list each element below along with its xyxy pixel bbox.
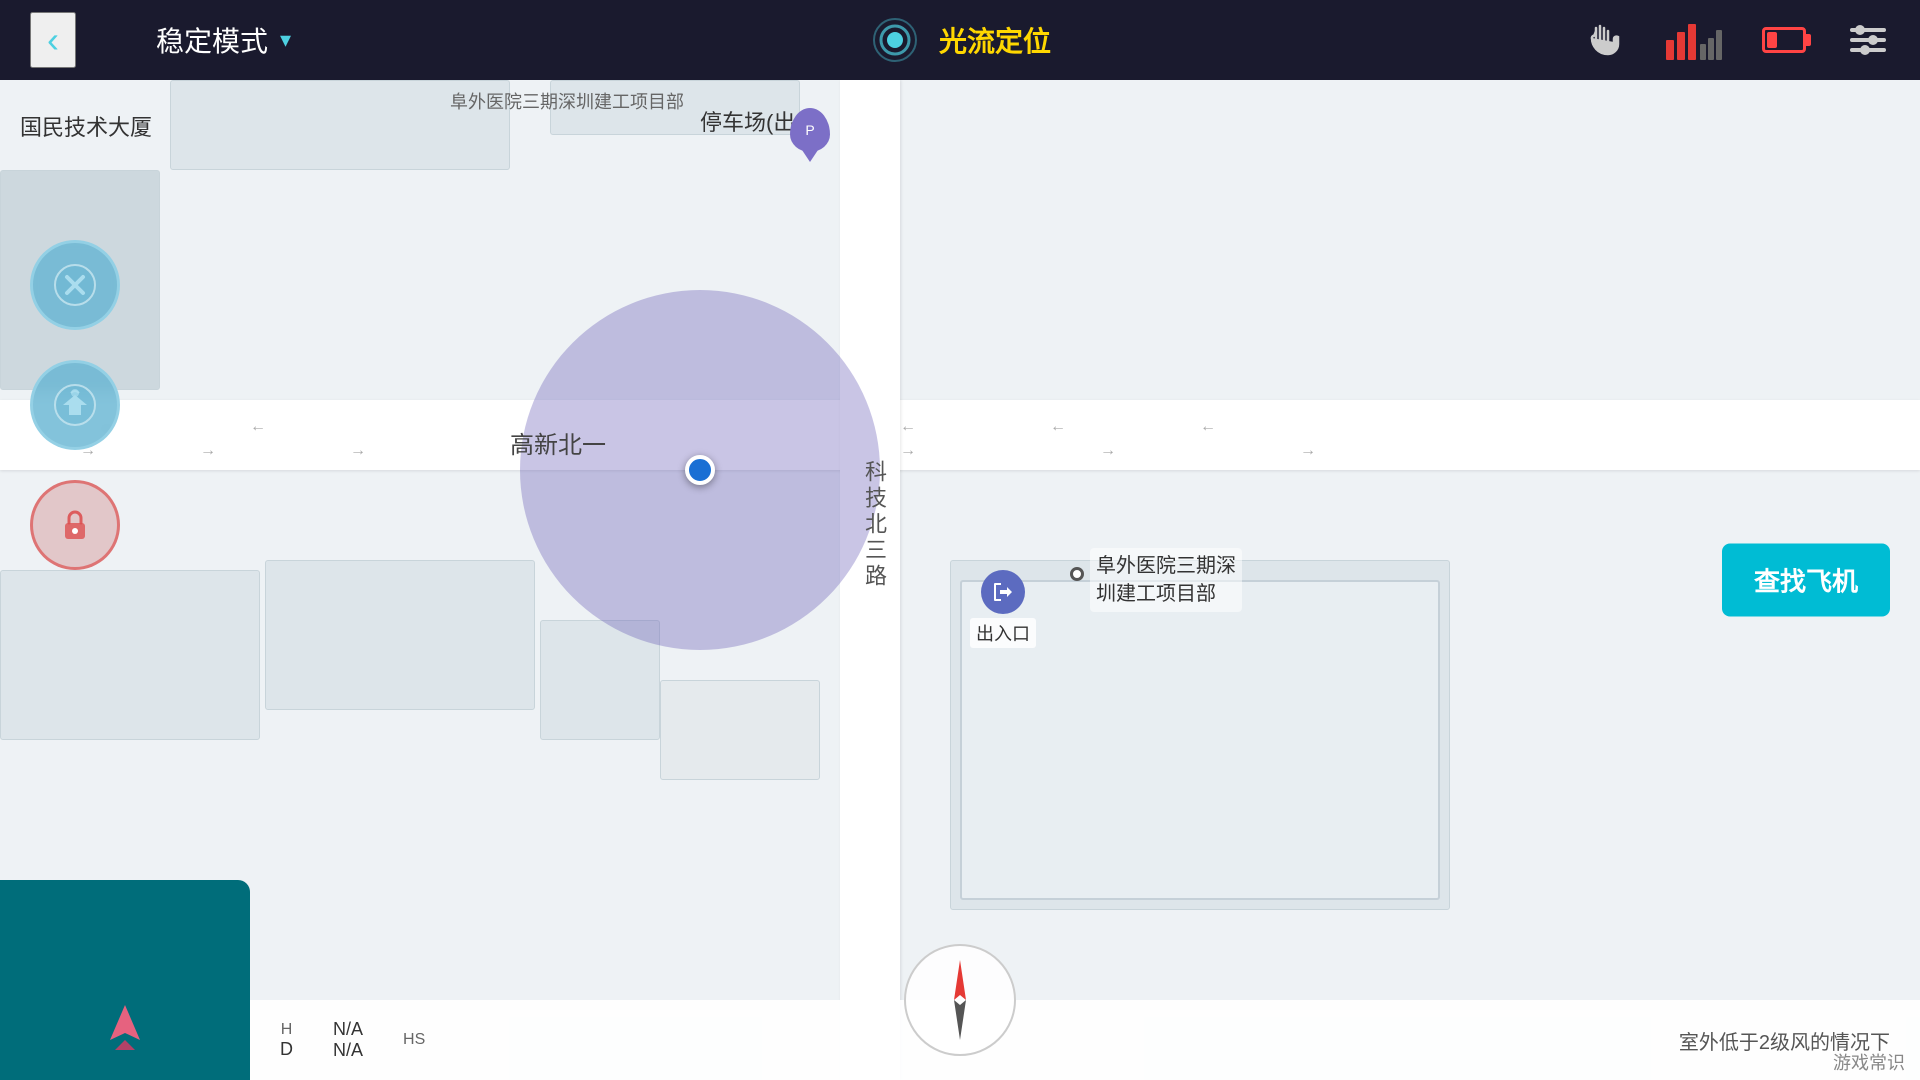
poi-entrance-label: 出入口 xyxy=(970,618,1036,648)
current-location-dot xyxy=(685,455,715,485)
map-label-road-keji: 科技北三路 xyxy=(858,460,890,590)
game-guide-link[interactable]: 游戏常识 xyxy=(1833,1049,1905,1075)
positioning-label: 光流定位 xyxy=(939,20,1051,60)
compass xyxy=(900,940,1020,1060)
camera-panel xyxy=(0,880,250,1080)
find-aircraft-button[interactable]: 查找飞机 xyxy=(1722,544,1890,617)
gps-icon xyxy=(869,14,921,66)
header-bar: ‹ 稳定模式 ▾ 光流定位 xyxy=(0,0,1920,80)
cancel-button[interactable] xyxy=(30,240,120,330)
major-road-horizontal: → → → ← ← ← ← ← → → → xyxy=(0,400,1920,470)
telemetry-chart-icon[interactable] xyxy=(1666,16,1722,64)
parking-pin: P xyxy=(790,108,830,152)
battery-icon xyxy=(1762,27,1806,53)
small-marker-project xyxy=(1070,567,1084,581)
map-view[interactable]: → → → ← ← ← ← ← → → → 国民技术大厦 停车场(出口) 高新北… xyxy=(0,80,1920,1080)
poi-entrance-icon xyxy=(981,570,1025,614)
return-home-button[interactable] xyxy=(30,360,120,450)
telemetry-hspeed: HS xyxy=(403,1031,425,1049)
telemetry-height: H D xyxy=(280,1021,293,1060)
map-label-guomin: 国民技术大厦 xyxy=(20,110,152,142)
map-label-south-cloud: 阜外医院三期深圳建工项目部 xyxy=(450,88,684,114)
poi-entrance[interactable]: 出入口 xyxy=(970,570,1036,648)
right-icons-group xyxy=(1578,16,1890,64)
map-label-project: 阜外医院三期深圳建工项目部 xyxy=(1090,548,1242,612)
back-button[interactable]: ‹ xyxy=(30,12,76,68)
settings-sliders-icon[interactable] xyxy=(1846,24,1890,56)
lock-button[interactable] xyxy=(30,480,120,570)
left-controls-panel xyxy=(30,240,120,570)
parking-pin-icon: P xyxy=(790,108,830,152)
flight-mode-selector[interactable]: 稳定模式 ▾ xyxy=(156,20,291,60)
map-label-road-gaoxin: 高新北一 xyxy=(510,425,606,460)
gesture-icon[interactable] xyxy=(1578,16,1626,64)
flight-mode-label: 稳定模式 xyxy=(156,20,268,60)
telemetry-distance: N/A N/A xyxy=(333,1019,363,1061)
flight-mode-arrow-icon: ▾ xyxy=(280,27,291,53)
positioning-section: 光流定位 xyxy=(869,14,1051,66)
bottom-status-bar: H D N/A N/A HS 室外低于2级风的情况下 xyxy=(250,1000,1920,1080)
